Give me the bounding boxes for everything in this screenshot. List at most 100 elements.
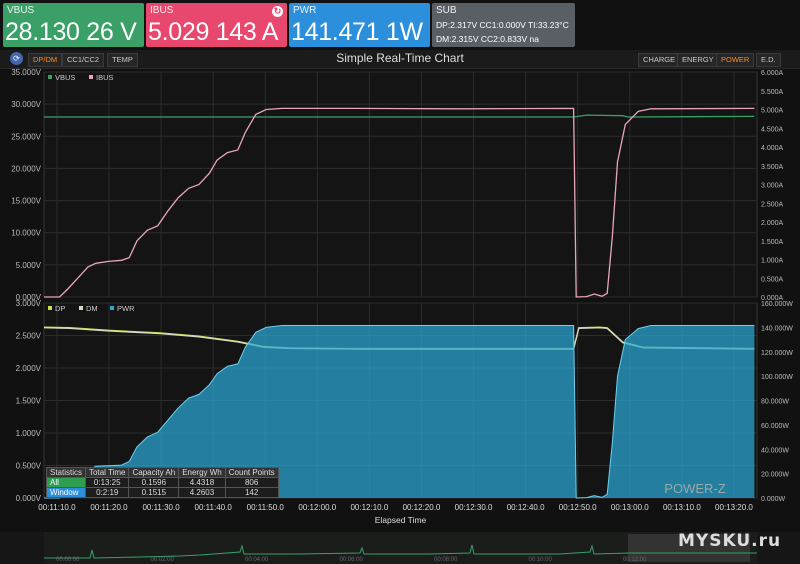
y-tick-label-left: 10.000V [11,229,41,238]
y-tick-label-right: 4.500A [761,126,784,133]
chart-area: 0.000V 5.000V 10.000V 15.000V 20.000V 25.000V… [11,68,793,525]
x-tick-label: 00:11:10.0 [38,503,76,512]
ibus-label: IBUS [150,5,174,16]
y-tick-label-left: 2.000V [16,364,42,373]
stats-header: Count Points [224,467,279,478]
chart-title: Simple Real-Time Chart [336,51,464,65]
sub-line-2: DM:2.315V CC2:0.833V na [436,34,540,44]
power-z-logo-icon[interactable]: ⟳ [10,52,23,65]
stats-cell: 0.1596 [128,477,180,488]
y-tick-label-right: 60.000W [761,423,789,430]
x-tick-label: 00:12:30.0 [455,503,493,512]
tab-cc1-cc2[interactable]: CC1/CC2 [62,53,105,67]
stats-row-label: Window [45,487,87,498]
y-tick-label-right: 20.000W [761,472,789,479]
sub-card: SUB DP:2.317V CC1:0.000V TI:33.23°C DM:2… [432,3,575,47]
y-tick-label-left: 1.500V [16,397,42,406]
y-tick-label-right: 3.500A [761,164,784,171]
y-tick-label-right: 80.000W [761,399,789,406]
vbus-value: 28.130 26 V [5,18,137,46]
legend-swatch [89,75,93,79]
y-tick-label-right: 40.000W [761,447,789,454]
ibus-card: IBUS ↻ 5.029 143 A [146,3,287,47]
legend-entry: VBUS [55,73,75,82]
tab-energy[interactable]: ENERGY [677,53,719,67]
stats-cell: 4.2603 [178,487,226,498]
y-tick-label-right: 0.500A [761,276,784,283]
y-tick-label-left: 0.000V [16,494,42,503]
minimap-tick-label: 00:04:00 [245,557,269,563]
y-tick-label-right: 3.000A [761,183,784,190]
y-tick-label-left: 25.000V [11,132,41,141]
y-tick-label-right: 4.000A [761,145,784,152]
x-tick-label: 00:11:20.0 [90,503,128,512]
pwr-card: PWR 141.471 1W [289,3,430,47]
legend-swatch [48,75,52,79]
minimap-tick-label: 00:10:00 [529,557,553,563]
y-tick-label-right: 120.000W [761,350,793,357]
stats-cell: 0.1515 [128,487,180,498]
tab-power[interactable]: POWER [716,53,755,67]
y-tick-label-right: 5.000A [761,108,784,115]
y-tick-label-right: 1.000A [761,258,784,265]
y-tick-label-right: 1.500A [761,239,784,246]
x-tick-label: 00:12:50.0 [559,503,597,512]
minimap-tick-label: 00:12:00 [623,557,647,563]
tab-temp[interactable]: TEMP [107,53,138,67]
stats-header: Total Time [85,467,130,478]
legend-swatch [110,306,114,310]
minimap-tick-label: 00:02:00 [151,557,175,563]
minimap-tick-label: 00:08:00 [434,557,458,563]
y-tick-label-left: 3.000V [16,299,42,308]
y-tick-label-left: 2.500V [16,332,42,341]
vbus-label: VBUS [7,5,35,16]
stats-header: Capacity Ah [128,467,180,478]
stats-row-window: Window 0:2:19 0.1515 4.2603 142 [45,487,279,498]
y-tick-label-right: 160.000W [761,301,793,308]
stats-cell: 142 [224,487,279,498]
minimap-tick-label: 00:06:00 [340,557,364,563]
y-tick-label-left: 20.000V [11,164,41,173]
x-tick-label: 00:13:20.0 [715,503,753,512]
y-tick-label-left: 5.000V [16,261,42,270]
tab-ed[interactable]: E.D. [756,53,781,67]
ibus-value: 5.029 143 A [148,18,279,46]
chart-toolbar: ⟳ DP/DM CC1/CC2 TEMP Simple Real-Time Ch… [0,50,800,69]
y-tick-label-left: 1.000V [16,429,42,438]
x-tick-label: 00:11:50.0 [247,503,285,512]
legend-entry: PWR [117,304,135,313]
brand-logo-text: POWER-Z [664,481,725,496]
tab-charge[interactable]: CHARGE [638,53,681,67]
y-tick-label-left: 0.500V [16,462,42,471]
x-tick-label: 00:12:20.0 [403,503,441,512]
stats-header-row: Statistics Total Time Capacity Ah Energy… [45,467,279,478]
vbus-card: VBUS 28.130 26 V [3,3,144,47]
legend-entry: IBUS [96,73,114,82]
stats-row-all: All 0:13:25 0.1596 4.4318 806 [45,477,279,488]
x-tick-label: 00:11:40.0 [195,503,233,512]
pwr-value: 141.471 1W [291,18,423,46]
x-tick-label: 00:13:00.0 [611,503,649,512]
y-tick-label-left: 15.000V [11,197,41,206]
y-tick-label-right: 5.500A [761,89,784,96]
stats-cell: 4.4318 [178,477,226,488]
x-tick-label: 00:11:30.0 [142,503,180,512]
y-tick-label-right: 2.500A [761,201,784,208]
stats-cell: 0:2:19 [85,487,130,498]
y-tick-label-right: 2.000A [761,220,784,227]
refresh-icon[interactable]: ↻ [272,6,283,17]
legend-swatch [79,306,83,310]
x-axis-label: Elapsed Time [375,515,427,525]
statistics-table: Statistics Total Time Capacity Ah Energy… [45,467,279,498]
y-tick-label-left: 30.000V [11,100,41,109]
tab-dp-dm[interactable]: DP/DM [28,53,63,67]
y-tick-label-right: 100.000W [761,374,793,381]
y-tick-label-right: 140.000W [761,325,793,332]
stats-header: Statistics [45,467,87,478]
plot-frame [43,71,758,298]
legend-entry: DP [55,304,65,313]
x-tick-label: 00:12:40.0 [507,503,545,512]
x-tick-label: 00:12:10.0 [350,503,388,512]
x-tick-label: 00:13:10.0 [663,503,701,512]
y-tick-label-left: 35.000V [11,68,41,77]
